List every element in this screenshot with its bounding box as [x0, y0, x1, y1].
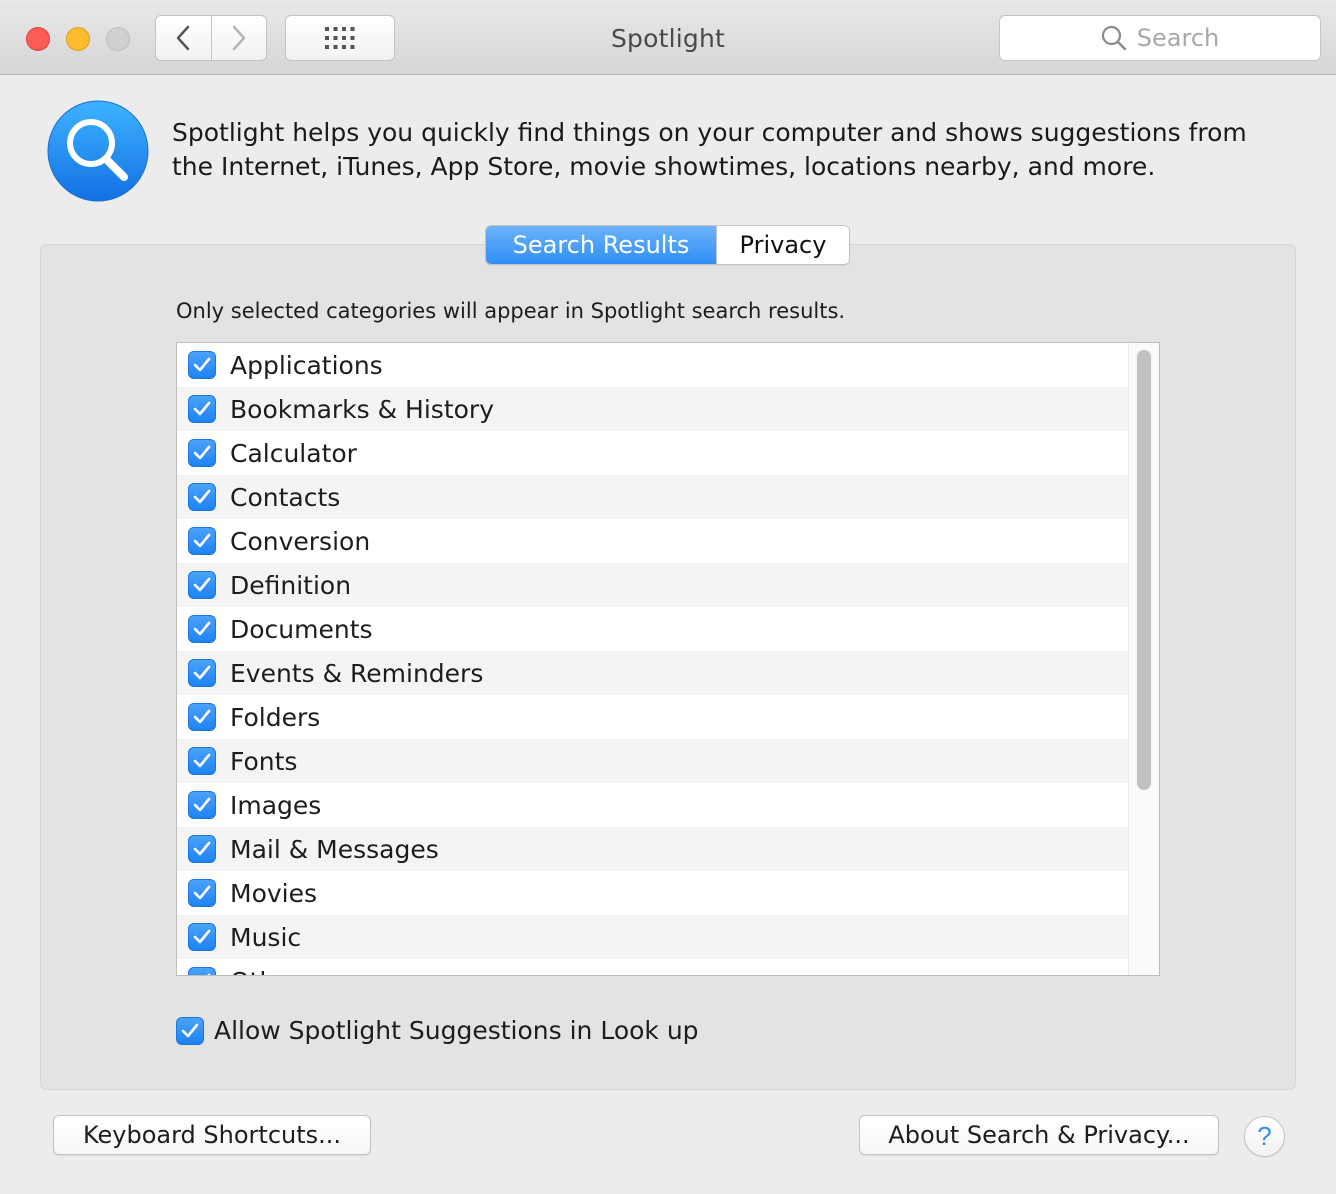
list-item[interactable]: Other [177, 959, 1129, 976]
checkmark-icon [193, 489, 211, 504]
category-checkbox[interactable] [188, 923, 216, 951]
list-item[interactable]: Mail & Messages [177, 827, 1129, 871]
list-item[interactable]: Definition [177, 563, 1129, 607]
category-label: Definition [230, 570, 352, 600]
tab-search-results[interactable]: Search Results [486, 226, 716, 264]
list-item[interactable]: Conversion [177, 519, 1129, 563]
category-label: Contacts [230, 482, 341, 512]
category-label: Music [230, 922, 302, 952]
category-checkbox[interactable] [188, 527, 216, 555]
tab-bar: Search Results Privacy [485, 225, 850, 265]
category-label: Mail & Messages [230, 834, 439, 864]
category-checkbox[interactable] [188, 483, 216, 511]
allow-suggestions-label: Allow Spotlight Suggestions in Look up [214, 1016, 699, 1045]
list-item[interactable]: Images [177, 783, 1129, 827]
search-icon [1101, 25, 1126, 51]
spotlight-description: Spotlight helps you quickly find things … [172, 118, 1247, 181]
list-item[interactable]: Calculator [177, 431, 1129, 475]
category-checkbox[interactable] [188, 659, 216, 687]
checkmark-icon [193, 665, 211, 680]
list-item[interactable]: Bookmarks & History [177, 387, 1129, 431]
keyboard-shortcuts-button[interactable]: Keyboard Shortcuts... [53, 1115, 371, 1155]
category-list: Applications Bookmarks & History Calculato… [176, 342, 1160, 976]
category-checkbox[interactable] [188, 395, 216, 423]
help-button[interactable]: ? [1244, 1116, 1285, 1157]
category-label: Images [230, 790, 322, 820]
scrollbar[interactable] [1128, 343, 1159, 975]
checkmark-icon [193, 445, 211, 460]
checkmark-icon [193, 357, 211, 372]
search-input[interactable]: Search [999, 15, 1321, 61]
category-checkbox[interactable] [188, 615, 216, 643]
tab-privacy[interactable]: Privacy [716, 226, 849, 264]
allow-suggestions-option[interactable]: Allow Spotlight Suggestions in Look up [176, 1016, 699, 1045]
category-label: Events & Reminders [230, 658, 484, 688]
checkmark-icon [193, 401, 211, 416]
category-checkbox[interactable] [188, 967, 216, 975]
checkmark-icon [193, 709, 211, 724]
help-icon: ? [1257, 1121, 1272, 1151]
category-checkbox[interactable] [188, 835, 216, 863]
category-checkbox[interactable] [188, 439, 216, 467]
checkmark-icon [193, 885, 211, 900]
list-item[interactable]: Applications [177, 343, 1129, 387]
spotlight-magnifier-icon [47, 100, 149, 202]
allow-suggestions-checkbox[interactable] [176, 1016, 204, 1045]
category-checkbox[interactable] [188, 351, 216, 379]
category-label: Conversion [230, 526, 371, 556]
category-label: Movies [230, 878, 318, 908]
category-checkbox[interactable] [188, 879, 216, 907]
list-item[interactable]: Fonts [177, 739, 1129, 783]
list-item[interactable]: Music [177, 915, 1129, 959]
category-label: Calculator [230, 438, 357, 468]
list-item[interactable]: Events & Reminders [177, 651, 1129, 695]
title-bar: Spotlight Search [0, 0, 1336, 75]
checkmark-icon [193, 621, 211, 636]
category-label: Applications [230, 350, 383, 380]
checkmark-icon [193, 533, 211, 548]
category-label: Fonts [230, 746, 298, 776]
category-checkbox[interactable] [188, 571, 216, 599]
checkmark-icon [207, 973, 211, 975]
category-checkbox[interactable] [188, 747, 216, 775]
scroll-thumb[interactable] [1137, 350, 1151, 790]
category-label: Other [230, 967, 301, 976]
category-label: Folders [230, 702, 321, 732]
checkmark-icon [193, 929, 211, 944]
list-item[interactable]: Documents [177, 607, 1129, 651]
search-placeholder: Search [1136, 24, 1220, 52]
about-search-privacy-button[interactable]: About Search & Privacy... [859, 1115, 1219, 1155]
category-checkbox[interactable] [188, 703, 216, 731]
checkmark-icon [181, 1023, 199, 1037]
list-item[interactable]: Movies [177, 871, 1129, 915]
category-checkbox[interactable] [188, 791, 216, 819]
list-item[interactable]: Folders [177, 695, 1129, 739]
category-rows: Applications Bookmarks & History Calculato… [177, 343, 1129, 976]
list-item[interactable]: Contacts [177, 475, 1129, 519]
category-label: Bookmarks & History [230, 394, 495, 424]
instruction-text: Only selected categories will appear in … [176, 299, 846, 323]
checkmark-icon [193, 577, 211, 592]
checkmark-icon [193, 797, 211, 812]
checkmark-icon [193, 841, 211, 856]
category-label: Documents [230, 614, 373, 644]
checkmark-icon [193, 753, 211, 768]
